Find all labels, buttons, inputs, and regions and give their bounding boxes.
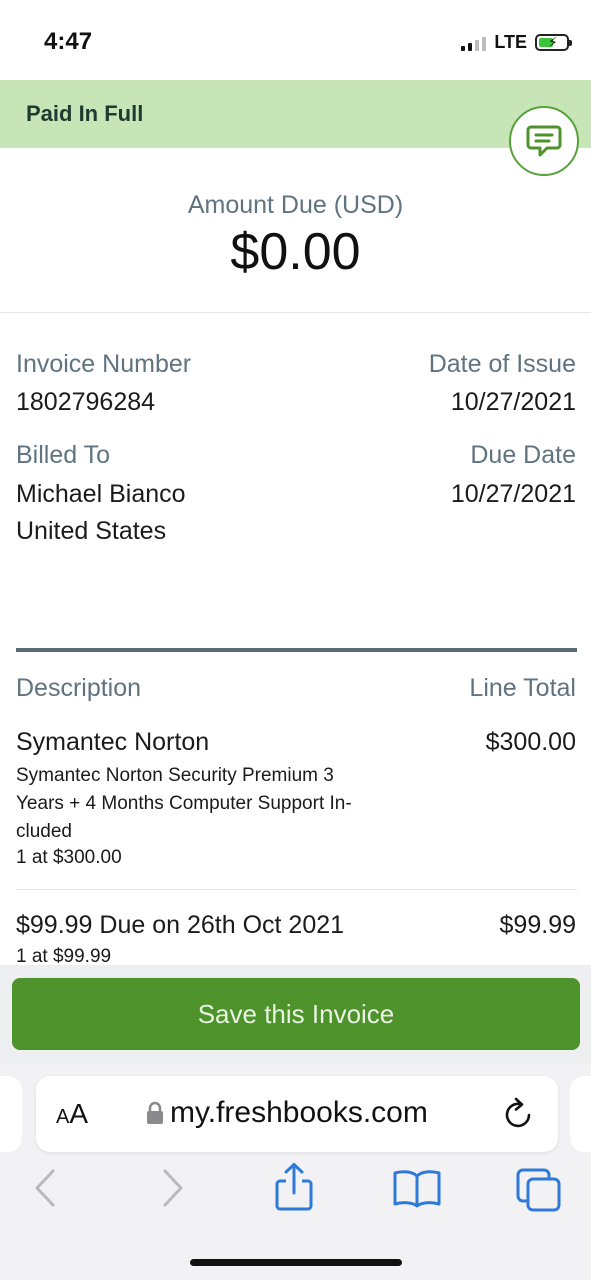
description-column-header: Description bbox=[16, 674, 142, 702]
book-icon[interactable] bbox=[392, 1168, 442, 1208]
date-of-issue-label: Date of Issue bbox=[428, 350, 576, 378]
line-item-description: Symantec Norton Security Premium 3 Years… bbox=[16, 762, 396, 846]
share-icon[interactable] bbox=[273, 1162, 315, 1212]
cellular-signal-icon bbox=[461, 35, 487, 51]
line-items-rule bbox=[16, 648, 577, 652]
save-invoice-button[interactable]: Save this Invoice bbox=[12, 978, 580, 1050]
text-size-large-glyph: A bbox=[69, 1098, 89, 1129]
amount-due-label: Amount Due (USD) bbox=[187, 191, 404, 219]
url-text[interactable]: my.freshbooks.com bbox=[170, 1096, 428, 1130]
text-size-button[interactable]: AA bbox=[56, 1098, 88, 1130]
line-item-total: $300.00 bbox=[485, 728, 576, 756]
chat-bubble-icon bbox=[526, 125, 562, 157]
line-item-description-line: cluded bbox=[16, 821, 72, 842]
reload-icon[interactable] bbox=[502, 1096, 536, 1132]
line-total-column-header: Line Total bbox=[469, 674, 576, 702]
billed-to-name: Michael Bianco bbox=[16, 480, 186, 508]
status-indicators: LTE ⚡ bbox=[461, 32, 572, 53]
line-item-quantity: 1 at $300.00 bbox=[16, 847, 122, 868]
chevron-right-icon[interactable] bbox=[160, 1166, 186, 1210]
chat-button[interactable] bbox=[509, 106, 579, 176]
status-time: 4:47 bbox=[44, 28, 93, 55]
lock-icon bbox=[147, 1101, 163, 1124]
previous-tab-preview[interactable] bbox=[0, 1076, 22, 1152]
divider bbox=[0, 312, 591, 313]
next-tab-preview[interactable] bbox=[570, 1076, 591, 1152]
tabs-icon[interactable] bbox=[515, 1167, 563, 1213]
text-size-small-glyph: A bbox=[56, 1106, 70, 1128]
due-date-value: 10/27/2021 bbox=[450, 480, 576, 508]
paid-status-banner: Paid In Full bbox=[0, 80, 591, 148]
row-divider bbox=[16, 889, 577, 890]
line-item-description-line: Symantec Norton Security Premium 3 bbox=[16, 765, 334, 786]
invoice-number-label: Invoice Number bbox=[16, 350, 192, 378]
line-item-name: $99.99 Due on 26th Oct 2021 bbox=[16, 911, 345, 939]
due-date-label: Due Date bbox=[470, 441, 576, 469]
network-type: LTE bbox=[494, 32, 527, 52]
invoice-number-value: 1802796284 bbox=[16, 388, 156, 416]
paid-status-text: Paid In Full bbox=[26, 101, 144, 126]
line-item-name: Symantec Norton bbox=[16, 728, 210, 756]
battery-charging-icon: ⚡ bbox=[535, 34, 572, 51]
billed-to-country: United States bbox=[16, 517, 167, 545]
billed-to-label: Billed To bbox=[16, 441, 111, 469]
line-item-total: $99.99 bbox=[499, 911, 576, 939]
chevron-left-icon[interactable] bbox=[32, 1166, 58, 1210]
date-of-issue-value: 10/27/2021 bbox=[450, 388, 576, 416]
line-item-description-line: Years + 4 Months Computer Support In- bbox=[16, 793, 352, 814]
status-bar: 4:47 LTE ⚡ bbox=[0, 0, 591, 80]
home-indicator[interactable] bbox=[190, 1259, 402, 1266]
amount-due-value: $0.00 bbox=[230, 223, 361, 281]
